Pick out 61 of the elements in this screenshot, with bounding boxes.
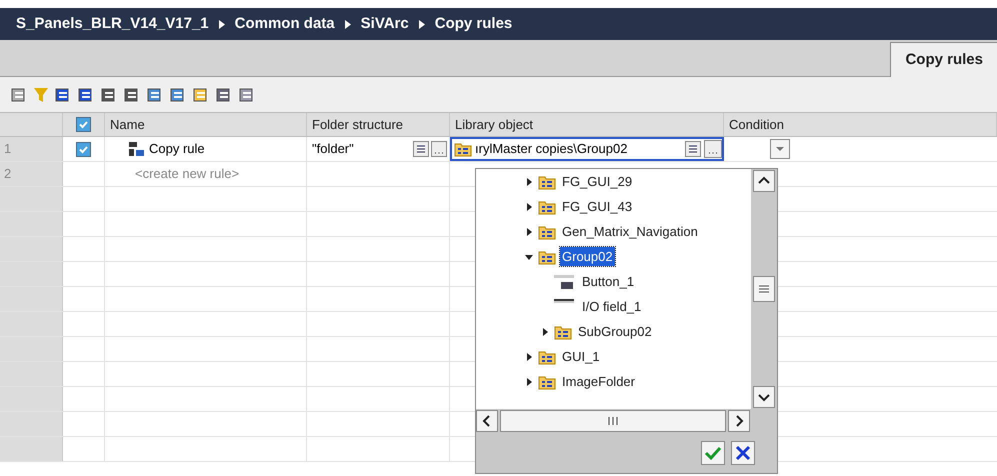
dropdown-button-icon[interactable] <box>770 139 790 159</box>
library-folder-icon <box>538 224 556 240</box>
collapse-arrow-icon[interactable] <box>525 252 533 260</box>
library-folder-icon <box>538 248 556 264</box>
tree-item[interactable]: Gen_Matrix_Navigation <box>560 222 700 242</box>
tab[interactable]: Copy rules <box>890 42 997 77</box>
tree-item[interactable]: FG_GUI_43 <box>560 196 634 216</box>
folder-value[interactable]: "folder" <box>312 139 411 159</box>
expand-arrow-icon[interactable] <box>541 328 549 336</box>
scroll-up-icon[interactable] <box>753 170 775 192</box>
horizontal-scroll-thumb-icon[interactable] <box>500 410 726 432</box>
copy-rule-icon <box>127 140 145 158</box>
tree-item[interactable]: I/O field_1 <box>580 296 644 316</box>
scroll-thumb-icon[interactable] <box>753 276 775 302</box>
library-folder-icon <box>554 324 572 340</box>
create-rule-placeholder[interactable]: <create new rule> <box>105 162 307 186</box>
breadcrumb-item[interactable]: S_Panels_BLR_V14_V17_1 <box>16 12 209 36</box>
column-header[interactable]: Folder structure <box>307 113 450 136</box>
expand-arrow-icon[interactable] <box>525 178 533 186</box>
breadcrumb-arrow-icon <box>418 20 425 28</box>
list-icon[interactable] <box>413 141 429 157</box>
tree-item[interactable]: Button_1 <box>580 272 636 292</box>
confirm-icon[interactable] <box>701 441 725 465</box>
tree-item[interactable]: GUI_1 <box>560 346 602 366</box>
breadcrumb-item[interactable]: SiVArc <box>360 12 409 36</box>
scroll-down-icon[interactable] <box>753 386 775 408</box>
io-field-icon <box>554 298 574 302</box>
breadcrumb-arrow-icon <box>218 20 225 28</box>
tree-item[interactable]: FG_GUI_29 <box>560 172 634 192</box>
expand-arrow-icon[interactable] <box>525 352 533 360</box>
column-header[interactable]: Name <box>105 113 307 136</box>
scroll-left-icon[interactable] <box>476 410 498 432</box>
breadcrumb-arrow-icon <box>344 20 351 28</box>
rule-name[interactable]: Copy rule <box>149 139 205 159</box>
column-header[interactable]: Library object <box>450 113 724 136</box>
library-object-field[interactable]: ırylMaster copies\Group02 <box>450 137 724 161</box>
expand-arrow-icon[interactable] <box>525 202 533 210</box>
column-header[interactable]: Condition <box>724 113 997 136</box>
tree-item[interactable]: ImageFolder <box>560 372 637 392</box>
library-folder-icon <box>538 174 556 190</box>
library-folder-icon <box>454 141 472 157</box>
checkmark-icon <box>78 144 89 154</box>
checkmark-icon <box>78 119 89 130</box>
button-object-icon <box>554 274 576 290</box>
library-folder-icon <box>538 198 556 214</box>
tree-item[interactable]: Group02 <box>560 246 615 266</box>
expand-arrow-icon[interactable] <box>525 228 533 236</box>
library-object-value: ırylMaster copies\Group02 <box>475 140 628 158</box>
close-icon[interactable] <box>731 441 755 465</box>
scroll-right-icon[interactable] <box>728 410 750 432</box>
checkbox[interactable] <box>76 117 91 132</box>
list-icon[interactable] <box>685 141 701 157</box>
checkbox[interactable] <box>76 142 91 156</box>
tree-item[interactable]: SubGroup02 <box>576 322 654 342</box>
library-folder-icon <box>538 374 556 390</box>
row-number: 2 <box>0 162 63 186</box>
library-folder-icon <box>538 348 556 364</box>
breadcrumb-item[interactable]: Common data <box>234 12 335 36</box>
expand-arrow-icon[interactable] <box>525 378 533 386</box>
breadcrumb-item[interactable]: Copy rules <box>434 12 512 36</box>
row-number: 1 <box>0 137 63 161</box>
